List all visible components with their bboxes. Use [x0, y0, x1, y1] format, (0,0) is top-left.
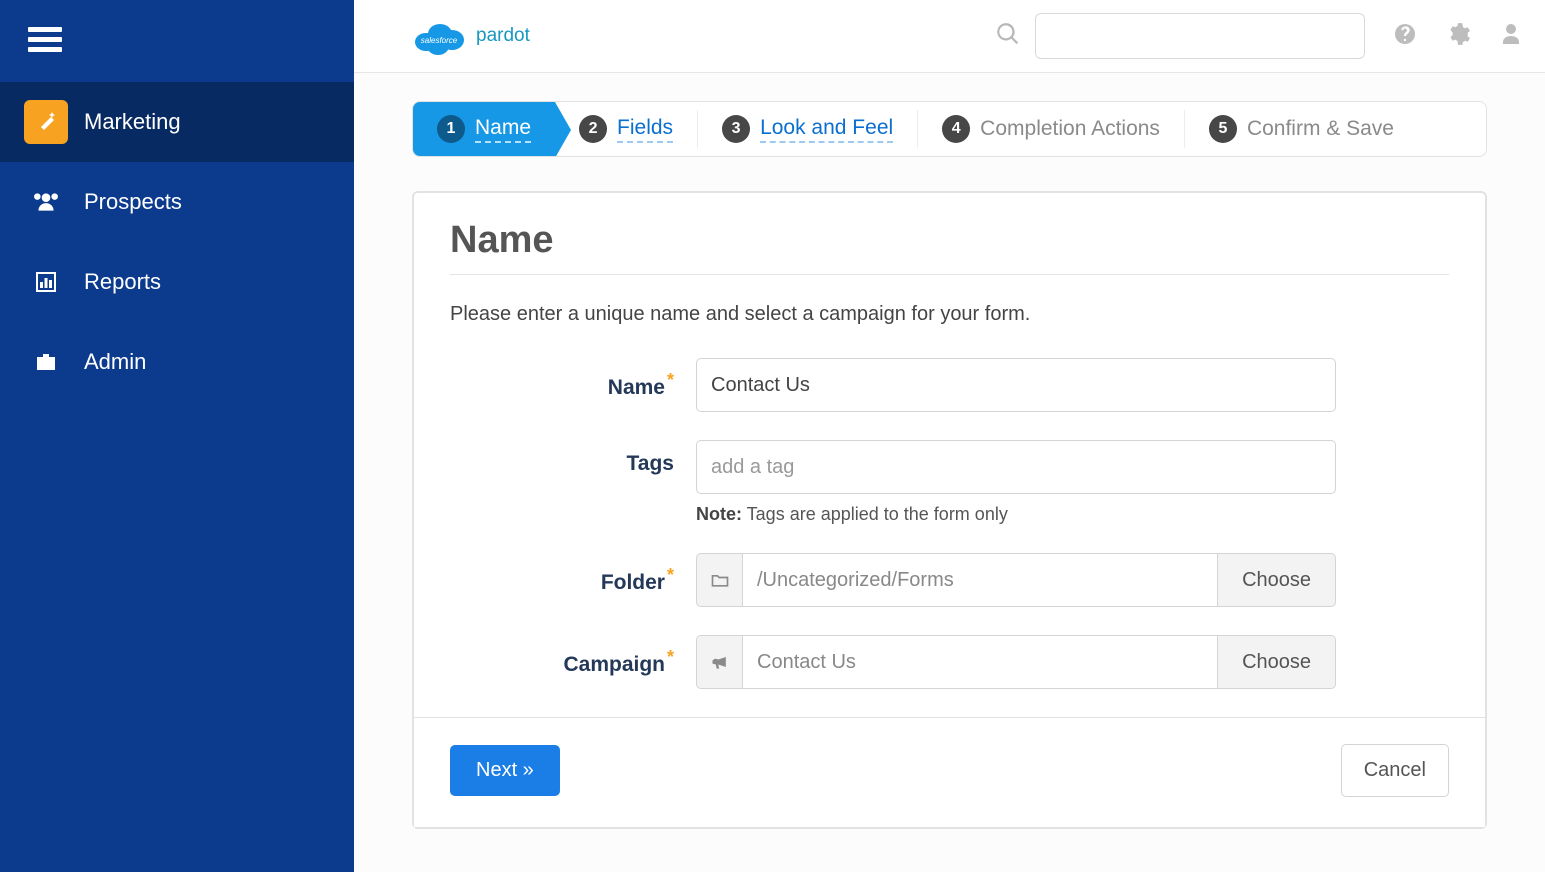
wizard-step-number: 2: [579, 115, 607, 143]
sidebar-item-label: Admin: [84, 349, 330, 375]
main-area: salesforce pardot: [354, 0, 1545, 872]
sidebar-toggle[interactable]: [0, 0, 354, 82]
panel-helper-text: Please enter a unique name and select a …: [450, 303, 1449, 326]
help-icon[interactable]: [1393, 22, 1417, 51]
search-icon[interactable]: [995, 21, 1021, 52]
required-star-icon: *: [667, 565, 674, 585]
sidebar-item-admin[interactable]: Admin: [0, 322, 354, 402]
megaphone-icon: [696, 635, 742, 689]
wizard-step-label: Name: [475, 116, 531, 143]
form-row-name: Name*: [450, 358, 1449, 412]
field-label: Folder*: [450, 553, 696, 595]
wizard-step-number: 3: [722, 115, 750, 143]
field-note: Note: Tags are applied to the form only: [696, 504, 1336, 525]
wizard-step-number: 1: [437, 115, 465, 143]
app-root: Marketing Prospects Reports Admin: [0, 0, 1545, 872]
wizard-step-confirm-save[interactable]: 5 Confirm & Save: [1185, 102, 1418, 156]
gear-icon[interactable]: [1445, 21, 1471, 52]
content: 1 Name 2 Fields 3 Look and Feel 4 Comple…: [354, 73, 1545, 872]
field-label: Tags: [450, 440, 696, 476]
wizard-step-number: 5: [1209, 115, 1237, 143]
svg-text:salesforce: salesforce: [421, 36, 458, 45]
field-label: Campaign*: [450, 635, 696, 677]
next-button[interactable]: Next »: [450, 745, 560, 796]
cancel-button[interactable]: Cancel: [1341, 744, 1449, 797]
sidebar: Marketing Prospects Reports Admin: [0, 0, 354, 872]
divider: [450, 274, 1449, 275]
field-label-text: Folder: [601, 571, 665, 594]
global-search: [995, 13, 1365, 59]
wizard-step-label: Completion Actions: [980, 117, 1160, 141]
panel-title: Name: [450, 219, 1449, 274]
wizard-steps: 1 Name 2 Fields 3 Look and Feel 4 Comple…: [412, 101, 1487, 157]
sidebar-item-label: Reports: [84, 269, 330, 295]
people-icon: [24, 180, 68, 224]
field-note-text: Tags are applied to the form only: [742, 504, 1008, 524]
campaign-choose-button[interactable]: Choose: [1217, 635, 1336, 689]
wizard-step-number: 4: [942, 115, 970, 143]
form-row-folder: Folder* Choose: [450, 553, 1449, 607]
sidebar-item-label: Prospects: [84, 189, 330, 215]
brand-logo[interactable]: salesforce pardot: [412, 18, 530, 54]
search-input[interactable]: [1035, 13, 1365, 59]
briefcase-icon: [24, 340, 68, 384]
panel-footer: Next » Cancel: [414, 717, 1485, 827]
required-star-icon: *: [667, 370, 674, 390]
salesforce-cloud-icon: salesforce: [412, 18, 466, 54]
form-row-tags: Tags Note: Tags are applied to the form …: [450, 440, 1449, 525]
topbar-actions: [1393, 21, 1523, 52]
sidebar-item-label: Marketing: [84, 109, 330, 135]
form-row-campaign: Campaign* Choose: [450, 635, 1449, 689]
chart-icon: [24, 260, 68, 304]
campaign-input[interactable]: [742, 635, 1217, 689]
wand-icon: [24, 100, 68, 144]
required-star-icon: *: [667, 647, 674, 667]
field-label-text: Tags: [627, 452, 674, 475]
brand-product-label: pardot: [476, 25, 530, 47]
wizard-step-look-and-feel[interactable]: 3 Look and Feel: [698, 102, 917, 156]
name-input[interactable]: [696, 358, 1336, 412]
wizard-step-fields[interactable]: 2 Fields: [555, 102, 697, 156]
field-note-prefix: Note:: [696, 504, 742, 524]
folder-icon: [696, 553, 742, 607]
form-panel: Name Please enter a unique name and sele…: [412, 191, 1487, 829]
field-label: Name*: [450, 358, 696, 400]
folder-input[interactable]: [742, 553, 1217, 607]
sidebar-item-reports[interactable]: Reports: [0, 242, 354, 322]
user-icon[interactable]: [1499, 22, 1523, 51]
sidebar-nav: Marketing Prospects Reports Admin: [0, 82, 354, 402]
wizard-step-label: Confirm & Save: [1247, 117, 1394, 141]
sidebar-item-prospects[interactable]: Prospects: [0, 162, 354, 242]
field-label-text: Campaign: [563, 653, 665, 676]
folder-choose-button[interactable]: Choose: [1217, 553, 1336, 607]
sidebar-item-marketing[interactable]: Marketing: [0, 82, 354, 162]
topbar: salesforce pardot: [354, 0, 1545, 73]
wizard-step-label: Fields: [617, 116, 673, 143]
wizard-step-completion-actions[interactable]: 4 Completion Actions: [918, 102, 1184, 156]
field-label-text: Name: [608, 376, 665, 399]
wizard-step-name[interactable]: 1 Name: [413, 102, 555, 156]
wizard-step-label: Look and Feel: [760, 116, 893, 143]
tags-input[interactable]: [696, 440, 1336, 494]
hamburger-icon: [28, 22, 62, 57]
